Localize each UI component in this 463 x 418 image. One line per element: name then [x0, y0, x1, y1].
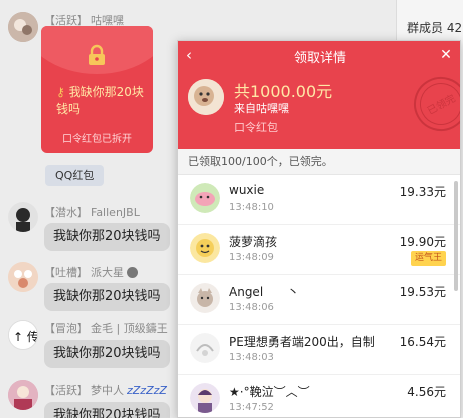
- claim-summary: 已领取100/100个，已领完。: [178, 149, 460, 175]
- avatar[interactable]: [8, 380, 38, 410]
- claim-time: 13:48:10: [229, 202, 274, 213]
- sender-line: 【活跃】 梦中人 zZzZzZ: [44, 382, 167, 398]
- sender-line: 【吐槽】 派大星: [44, 264, 138, 280]
- popup-title: 领取详情: [293, 51, 346, 66]
- claimer-name: Angel 丶: [229, 285, 300, 299]
- sender-name[interactable]: FallenJBL: [91, 206, 140, 219]
- message-bubble[interactable]: 我缺你那20块钱吗: [44, 283, 170, 311]
- luck-king-badge: 运气王: [410, 251, 446, 266]
- red-packet-card[interactable]: ⚷ 我缺你那20块钱吗 口令红包已拆开: [41, 26, 153, 153]
- member-tag: 【潜水】: [44, 206, 88, 219]
- sender-avatar[interactable]: [188, 79, 224, 115]
- avatar[interactable]: ↑ 传: [8, 320, 38, 350]
- packet-footer: 口令红包已拆开: [62, 134, 132, 145]
- claimer-name: PE理想勇者端200出，自制: [229, 335, 375, 349]
- avatar[interactable]: [190, 383, 220, 413]
- sender-from: 来自咕嘿嘿: [234, 102, 289, 115]
- claim-time: 13:48:03: [229, 352, 274, 363]
- claim-amount: 19.53元: [399, 285, 446, 299]
- total-amount: 共1000.00元: [234, 82, 333, 101]
- claim-row[interactable]: 菠萝滴孩 13:48:09 19.90元 运气王: [178, 225, 460, 275]
- claim-amount: 4.56元: [407, 385, 446, 399]
- packet-text: 我缺你那20块钱吗: [56, 85, 144, 116]
- list-scrollbar[interactable]: [454, 181, 458, 291]
- sender-name[interactable]: 金毛 | 顶级鑄王: [91, 320, 168, 336]
- claimer-name: 菠萝滴孩: [229, 235, 278, 249]
- member-tag: 【活跃】: [44, 384, 88, 397]
- close-icon[interactable]: ✕: [438, 45, 454, 65]
- claim-row[interactable]: PE理想勇者端200出，自制 13:48:03 16.54元: [178, 325, 460, 375]
- sender-line: 【冒泡】 金毛 | 顶级鑄王: [44, 320, 168, 336]
- claim-amount: 19.33元: [399, 185, 446, 199]
- member-tag: 【吐槽】: [44, 266, 88, 279]
- avatar[interactable]: [190, 183, 220, 213]
- finished-stamp: 已领完: [404, 67, 460, 141]
- key-icon: ⚷: [56, 85, 65, 99]
- sender-name[interactable]: 梦中人: [91, 382, 124, 398]
- claim-time: 13:47:52: [229, 402, 274, 413]
- svg-text:↑ 传: ↑ 传: [13, 329, 38, 344]
- member-panel-title: 群成员 42: [407, 21, 463, 35]
- popup-header: ‹ 领取详情 ✕ 共1000.00元 来自咕嘿嘿 口令红包 已领完: [178, 41, 460, 149]
- packet-type: 口令红包: [234, 121, 278, 134]
- claim-amount: 16.54元: [399, 335, 446, 349]
- member-tag: 【冒泡】: [44, 322, 88, 335]
- avatar[interactable]: [190, 233, 220, 263]
- claim-row[interactable]: wuxie 13:48:10 19.33元: [178, 175, 460, 225]
- sender-name[interactable]: 派大星: [91, 264, 124, 280]
- claim-row[interactable]: ★·°鞔泣︶︿︶ 13:47:52 4.56元: [178, 375, 460, 417]
- packet-password-text: ⚷ 我缺你那20块钱吗: [56, 84, 150, 118]
- sender-line: 【潜水】 FallenJBL: [44, 204, 140, 220]
- claim-time: 13:48:06: [229, 302, 274, 313]
- claim-amount: 19.90元: [399, 235, 446, 249]
- packet-detail-popup: ‹ 领取详情 ✕ 共1000.00元 来自咕嘿嘿 口令红包 已领完 已领取100…: [177, 40, 461, 418]
- claimer-name: wuxie: [229, 183, 265, 197]
- avatar[interactable]: [190, 333, 220, 363]
- lock-icon: [89, 44, 105, 65]
- avatar[interactable]: [8, 202, 38, 232]
- message-bubble[interactable]: 我缺你那20块钱吗: [44, 223, 170, 251]
- message-bubble[interactable]: 我缺你那20块钱吗: [44, 402, 170, 418]
- avatar[interactable]: [8, 12, 38, 42]
- claimer-name: ★·°鞔泣︶︿︶: [229, 385, 310, 399]
- avatar[interactable]: [190, 283, 220, 313]
- badge-icon: [127, 266, 138, 278]
- avatar[interactable]: [8, 262, 38, 292]
- qq-packet-label: QQ红包: [45, 165, 105, 186]
- message-bubble[interactable]: 我缺你那20块钱吗: [44, 340, 170, 368]
- claim-row[interactable]: Angel 丶 13:48:06 19.53元: [178, 275, 460, 325]
- sleep-badge: zZzZzZ: [127, 383, 167, 397]
- claim-time: 13:48:09: [229, 252, 274, 263]
